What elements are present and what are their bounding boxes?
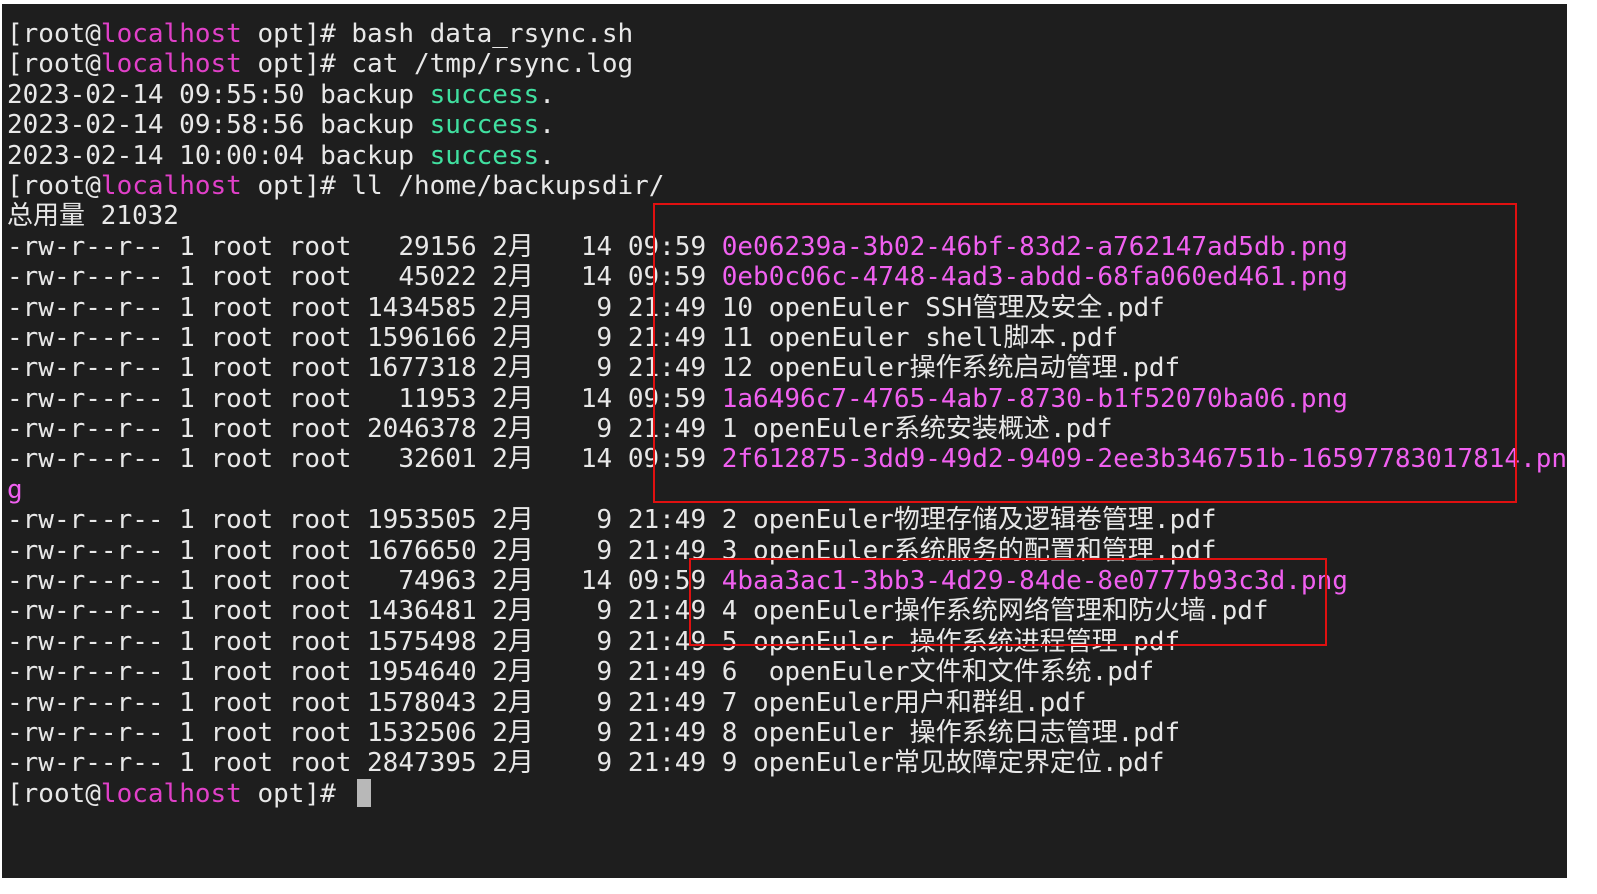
file-name: 9 openEuler常见故障定界定位.pdf: [721, 748, 1165, 779]
prompt-user: [root@: [7, 170, 101, 201]
prompt-host: localhost: [100, 49, 242, 80]
file-row: -rw-r--r-- 1 root root 2046378 2月 9 21:4…: [7, 414, 1567, 444]
prompt-host: localhost: [100, 778, 242, 809]
log-status: success: [429, 140, 540, 171]
prompt-path: opt]#: [241, 170, 352, 201]
command-line: [root@localhost opt]# cat /tmp/rsync.log: [7, 49, 1567, 79]
file-meta: -rw-r--r-- 1 root root 1578043 2月 9 21:4…: [7, 687, 722, 718]
file-name: 7 openEuler用户和群组.pdf: [721, 687, 1087, 718]
log-end: .: [539, 79, 555, 110]
file-name: 11 openEuler shell脚本.pdf: [721, 322, 1119, 353]
file-meta: -rw-r--r-- 1 root root 2046378 2月 9 21:4…: [7, 414, 722, 445]
file-row: -rw-r--r-- 1 root root 74963 2月 14 09:59…: [7, 566, 1567, 596]
file-meta: -rw-r--r-- 1 root root 1677318 2月 9 21:4…: [7, 353, 722, 384]
log-end: .: [539, 110, 555, 141]
file-name: 2f612875-3dd9-49d2-9409-2ee3b346751b-165…: [721, 444, 1567, 475]
file-name: 3 openEuler系统服务的配置和管理.pdf: [721, 535, 1217, 566]
file-meta: -rw-r--r-- 1 root root 1532506 2月 9 21:4…: [7, 717, 722, 748]
prompt-path: opt]#: [241, 778, 352, 809]
command-text: bash data_rsync.sh: [351, 19, 634, 49]
file-meta: -rw-r--r-- 1 root root 74963 2月 14 09:59: [7, 566, 722, 597]
command-text: ll /home/backupsdir/: [351, 170, 665, 201]
file-row: -rw-r--r-- 1 root root 29156 2月 14 09:59…: [7, 232, 1567, 262]
log-status: success: [429, 79, 540, 110]
file-name: 8 openEuler 操作系统日志管理.pdf: [721, 717, 1181, 748]
file-row: -rw-r--r-- 1 root root 32601 2月 14 09:59…: [7, 444, 1567, 474]
file-name: 0e06239a-3b02-46bf-83d2-a762147ad5db.png: [721, 231, 1348, 262]
terminal-window[interactable]: [root@localhost opt]# bash data_rsync.sh…: [2, 4, 1567, 878]
file-name: 2 openEuler物理存储及逻辑卷管理.pdf: [721, 505, 1217, 536]
prompt-user: [root@: [7, 19, 101, 49]
command-line: [root@localhost opt]# ll /home/backupsdi…: [7, 171, 1567, 201]
file-meta: -rw-r--r-- 1 root root 45022 2月 14 09:59: [7, 262, 722, 293]
log-timestamp: 2023-02-14 09:55:50 backup: [7, 79, 430, 110]
file-name-wrap: g: [7, 475, 1567, 505]
log-line: 2023-02-14 09:55:50 backup success.: [7, 80, 1567, 110]
file-row: -rw-r--r-- 1 root root 1677318 2月 9 21:4…: [7, 353, 1567, 383]
file-row: -rw-r--r-- 1 root root 1596166 2月 9 21:4…: [7, 323, 1567, 353]
file-row: -rw-r--r-- 1 root root 1954640 2月 9 21:4…: [7, 657, 1567, 687]
file-meta: -rw-r--r-- 1 root root 1575498 2月 9 21:4…: [7, 626, 722, 657]
file-name: 0eb0c06c-4748-4ad3-abdd-68fa060ed461.png: [721, 262, 1348, 293]
file-name: 6 openEuler文件和文件系统.pdf: [721, 657, 1155, 688]
file-name: 4 openEuler操作系统网络管理和防火墙.pdf: [721, 596, 1269, 627]
file-name-continuation: g: [7, 474, 23, 505]
file-meta: -rw-r--r-- 1 root root 29156 2月 14 09:59: [7, 231, 722, 262]
file-meta: -rw-r--r-- 1 root root 1676650 2月 9 21:4…: [7, 535, 722, 566]
file-name: 10 openEuler SSH管理及安全.pdf: [721, 292, 1165, 323]
file-meta: -rw-r--r-- 1 root root 1953505 2月 9 21:4…: [7, 505, 722, 536]
file-name: 12 openEuler操作系统启动管理.pdf: [721, 353, 1181, 384]
listing-total: 总用量 21032: [7, 201, 179, 232]
log-line: 2023-02-14 10:00:04 backup success.: [7, 141, 1567, 171]
file-meta: -rw-r--r-- 1 root root 32601 2月 14 09:59: [7, 444, 722, 475]
prompt-user: [root@: [7, 778, 101, 809]
file-name: 1a6496c7-4765-4ab7-8730-b1f52070ba06.png: [721, 383, 1348, 414]
command-line[interactable]: [root@localhost opt]#: [7, 778, 1567, 809]
file-meta: -rw-r--r-- 1 root root 11953 2月 14 09:59: [7, 383, 722, 414]
file-name: 5 openEuler 操作系统进程管理.pdf: [721, 626, 1181, 657]
log-line: 2023-02-14 09:58:56 backup success.: [7, 110, 1567, 140]
file-row: -rw-r--r-- 1 root root 1575498 2月 9 21:4…: [7, 627, 1567, 657]
prompt-path: opt]#: [241, 49, 352, 80]
prompt-host: localhost: [100, 19, 242, 49]
file-meta: -rw-r--r-- 1 root root 1954640 2月 9 21:4…: [7, 657, 722, 688]
file-row: -rw-r--r-- 1 root root 1532506 2月 9 21:4…: [7, 718, 1567, 748]
terminal-output: [root@localhost opt]# bash data_rsync.sh…: [7, 19, 1567, 809]
file-meta: -rw-r--r-- 1 root root 2847395 2月 9 21:4…: [7, 748, 722, 779]
prompt-user: [root@: [7, 49, 101, 80]
file-row: -rw-r--r-- 1 root root 11953 2月 14 09:59…: [7, 384, 1567, 414]
file-row: -rw-r--r-- 1 root root 45022 2月 14 09:59…: [7, 262, 1567, 292]
file-meta: -rw-r--r-- 1 root root 1596166 2月 9 21:4…: [7, 322, 722, 353]
prompt-path: opt]#: [241, 19, 352, 49]
log-end: .: [539, 140, 555, 171]
command-line: [root@localhost opt]# bash data_rsync.sh: [7, 19, 1567, 49]
file-row: -rw-r--r-- 1 root root 1434585 2月 9 21:4…: [7, 293, 1567, 323]
prompt-host: localhost: [100, 170, 242, 201]
log-timestamp: 2023-02-14 10:00:04 backup: [7, 140, 430, 171]
file-row: -rw-r--r-- 1 root root 2847395 2月 9 21:4…: [7, 748, 1567, 778]
text-cursor[interactable]: [357, 778, 372, 807]
log-timestamp: 2023-02-14 09:58:56 backup: [7, 110, 430, 141]
file-row: -rw-r--r-- 1 root root 1953505 2月 9 21:4…: [7, 505, 1567, 535]
file-meta: -rw-r--r-- 1 root root 1434585 2月 9 21:4…: [7, 292, 722, 323]
file-row: -rw-r--r-- 1 root root 1436481 2月 9 21:4…: [7, 596, 1567, 626]
file-name: 4baa3ac1-3bb3-4d29-84de-8e0777b93c3d.png: [721, 566, 1348, 597]
file-row: -rw-r--r-- 1 root root 1676650 2月 9 21:4…: [7, 536, 1567, 566]
file-name: 1 openEuler系统安装概述.pdf: [721, 414, 1113, 445]
command-text: cat /tmp/rsync.log: [351, 49, 634, 80]
log-status: success: [429, 110, 540, 141]
file-row: -rw-r--r-- 1 root root 1578043 2月 9 21:4…: [7, 688, 1567, 718]
file-meta: -rw-r--r-- 1 root root 1436481 2月 9 21:4…: [7, 596, 722, 627]
